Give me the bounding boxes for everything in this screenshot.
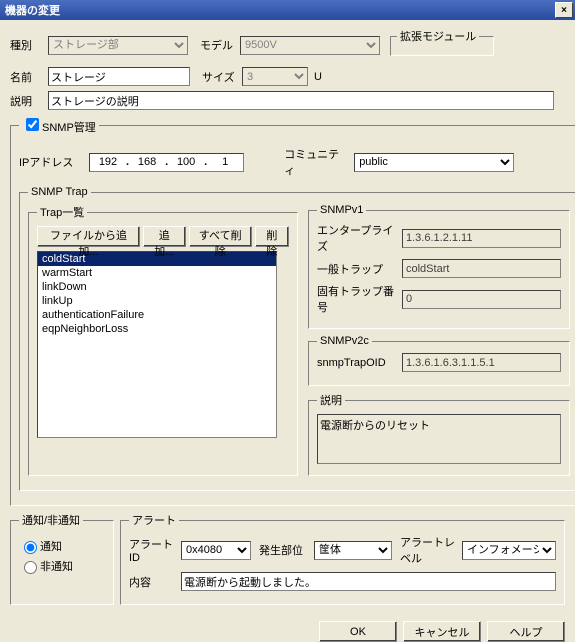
specific-trap-label: 固有トラップ番号: [317, 283, 402, 315]
trap-item[interactable]: warmStart: [38, 266, 276, 280]
type-label: 種別: [10, 37, 48, 53]
add-button[interactable]: 追加...: [143, 226, 186, 247]
size-select[interactable]: 3: [242, 67, 308, 86]
button-bar: OK キャンセル ヘルプ: [0, 617, 575, 642]
alert-legend: アラート: [129, 512, 179, 528]
ext-module-group: 拡張モジュール: [390, 28, 494, 56]
delete-button[interactable]: 削除: [255, 226, 289, 247]
name-input[interactable]: [48, 67, 190, 86]
alert-group: アラート アラートID 0x4080 発生部位 筐体 アラートレベル インフォメ…: [120, 512, 565, 605]
trap-list-group: Trap一覧 ファイルから追加... 追加... すべて削除 削除 coldSt…: [28, 204, 298, 476]
generic-trap-value: coldStart: [402, 259, 561, 278]
size-unit: U: [314, 71, 322, 83]
help-button[interactable]: ヘルプ: [487, 621, 565, 642]
add-from-file-button[interactable]: ファイルから追加...: [37, 226, 140, 247]
notify-radio[interactable]: [24, 541, 37, 554]
notice-legend: 通知/非通知: [19, 512, 83, 528]
trap-list-legend: Trap一覧: [37, 204, 87, 220]
occur-select[interactable]: 筐体: [314, 541, 392, 560]
snmp-legend: SNMP管理: [19, 115, 99, 135]
model-select[interactable]: 9500V: [240, 36, 380, 55]
trap-oid-label: snmpTrapOID: [317, 357, 402, 369]
ext-module-legend: 拡張モジュール: [397, 28, 479, 44]
generic-trap-label: 一般トラップ: [317, 261, 402, 277]
title-bar: 機器の変更 ×: [0, 0, 575, 20]
alert-id-label: アラートID: [129, 536, 181, 564]
close-button[interactable]: ×: [555, 2, 573, 18]
cancel-button[interactable]: キャンセル: [403, 621, 481, 642]
trap-desc-legend: 説明: [317, 392, 345, 408]
close-icon: ×: [561, 5, 567, 16]
trap-desc-group: 説明 電源断からのリセット: [308, 392, 570, 476]
alert-id-select[interactable]: 0x4080: [181, 541, 251, 560]
alert-level-select[interactable]: インフォメーション: [462, 541, 556, 560]
snmp-trap-group: SNMP Trap Trap一覧 ファイルから追加... 追加... すべて削除…: [19, 186, 575, 491]
ip-input[interactable]: 192. 168. 100. 1: [89, 153, 244, 172]
snmp-checkbox[interactable]: [26, 118, 39, 131]
ip-label: IPアドレス: [19, 154, 79, 170]
no-notify-radio[interactable]: [24, 561, 37, 574]
trap-oid-value: 1.3.6.1.6.3.1.1.5.1: [402, 353, 561, 372]
name-label: 名前: [10, 69, 48, 85]
dialog-content: 種別 ストレージ部 モデル 9500V 拡張モジュール 名前 サイズ 3 U 説…: [0, 20, 575, 617]
delete-all-button[interactable]: すべて削除: [189, 226, 252, 247]
snmpv1-legend: SNMPv1: [317, 204, 366, 216]
snmpv2c-group: SNMPv2c snmpTrapOID1.3.6.1.6.3.1.1.5.1: [308, 335, 570, 386]
desc-input[interactable]: [48, 91, 554, 110]
snmpv1-group: SNMPv1 エンタープライズ1.3.6.1.2.1.11 一般トラップcold…: [308, 204, 570, 329]
size-label: サイズ: [202, 69, 242, 85]
trap-item[interactable]: eqpNeighborLoss: [38, 322, 276, 336]
snmp-group: SNMP管理 IPアドレス 192. 168. 100. 1 コミュニティ pu…: [10, 115, 575, 506]
enterprise-label: エンタープライズ: [317, 222, 402, 254]
snmpv2c-legend: SNMPv2c: [317, 335, 372, 347]
trap-item[interactable]: linkUp: [38, 294, 276, 308]
ok-button[interactable]: OK: [319, 621, 397, 642]
community-label: コミュニティ: [284, 146, 344, 178]
specific-trap-value: 0: [402, 290, 561, 309]
trap-listbox[interactable]: coldStartwarmStartlinkDownlinkUpauthenti…: [37, 251, 277, 438]
type-select[interactable]: ストレージ部: [48, 36, 188, 55]
model-label: モデル: [200, 37, 240, 53]
enterprise-value: 1.3.6.1.2.1.11: [402, 229, 561, 248]
occur-label: 発生部位: [259, 542, 314, 558]
content-label: 内容: [129, 574, 181, 590]
snmp-trap-legend: SNMP Trap: [28, 186, 91, 198]
notice-group: 通知/非通知 通知 非通知: [10, 512, 114, 605]
window-title: 機器の変更: [5, 2, 555, 18]
content-input[interactable]: [181, 572, 556, 591]
trap-item[interactable]: authenticationFailure: [38, 308, 276, 322]
trap-desc-text: 電源断からのリセット: [317, 414, 561, 464]
desc-label: 説明: [10, 93, 48, 109]
alert-level-label: アラートレベル: [400, 534, 462, 566]
trap-item[interactable]: linkDown: [38, 280, 276, 294]
community-select[interactable]: public: [354, 153, 514, 172]
